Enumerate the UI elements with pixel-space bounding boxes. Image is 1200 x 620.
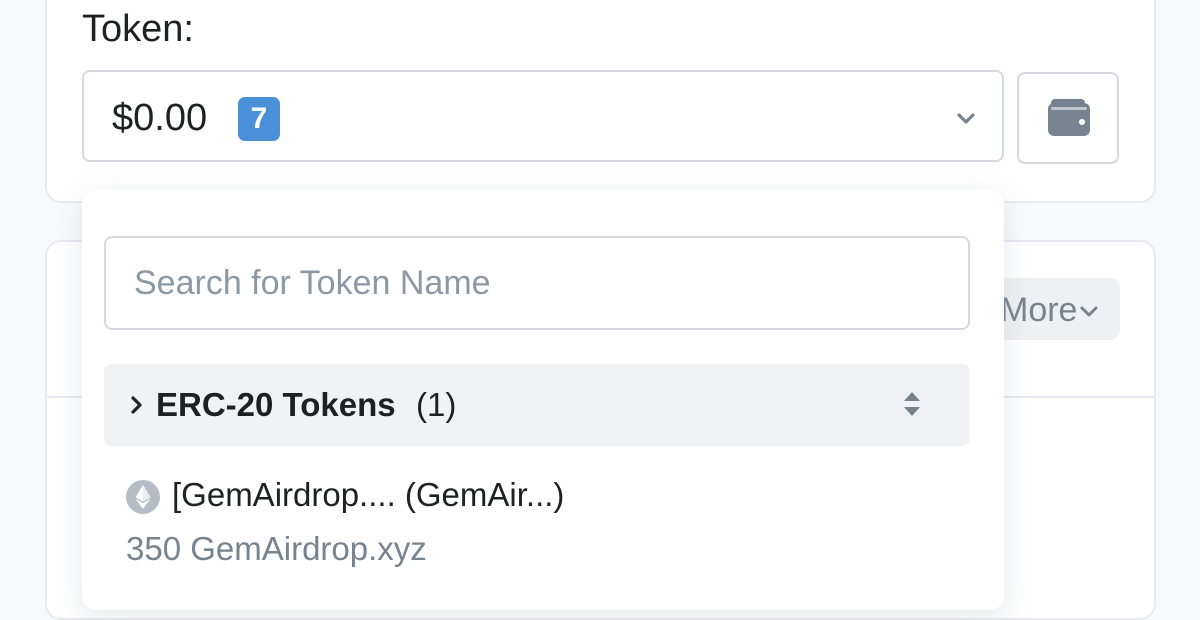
token-list-item[interactable]: [GemAirdrop.... (GemAir...) 350 GemAirdr… — [104, 468, 970, 578]
chevron-down-icon — [1080, 306, 1098, 317]
chevron-down-icon — [957, 113, 975, 124]
token-group-name: ERC-20 Tokens — [156, 386, 396, 423]
token-total-value: $0.00 — [112, 97, 208, 139]
more-button-label: More — [1000, 291, 1078, 329]
chevron-right-icon — [131, 396, 142, 414]
wallet-icon — [1048, 99, 1090, 136]
sort-icon[interactable] — [900, 388, 924, 420]
token-item-name: [GemAirdrop.... (GemAir...) — [172, 476, 565, 513]
ethereum-icon — [126, 480, 160, 514]
token-search-input[interactable] — [104, 236, 970, 330]
more-button[interactable]: More — [990, 278, 1120, 340]
token-count-badge: 7 — [238, 97, 280, 141]
token-select[interactable]: $0.00 7 — [82, 70, 1004, 162]
token-group-header[interactable]: ERC-20 Tokens (1) — [104, 364, 970, 446]
token-label: Token: — [82, 8, 194, 50]
token-group-count: (1) — [416, 386, 457, 423]
token-dropdown: ERC-20 Tokens (1) [GemAirdrop.... (GemAi… — [82, 190, 1004, 610]
wallet-button[interactable] — [1017, 72, 1119, 164]
token-item-balance: 350 GemAirdrop.xyz — [126, 530, 427, 567]
